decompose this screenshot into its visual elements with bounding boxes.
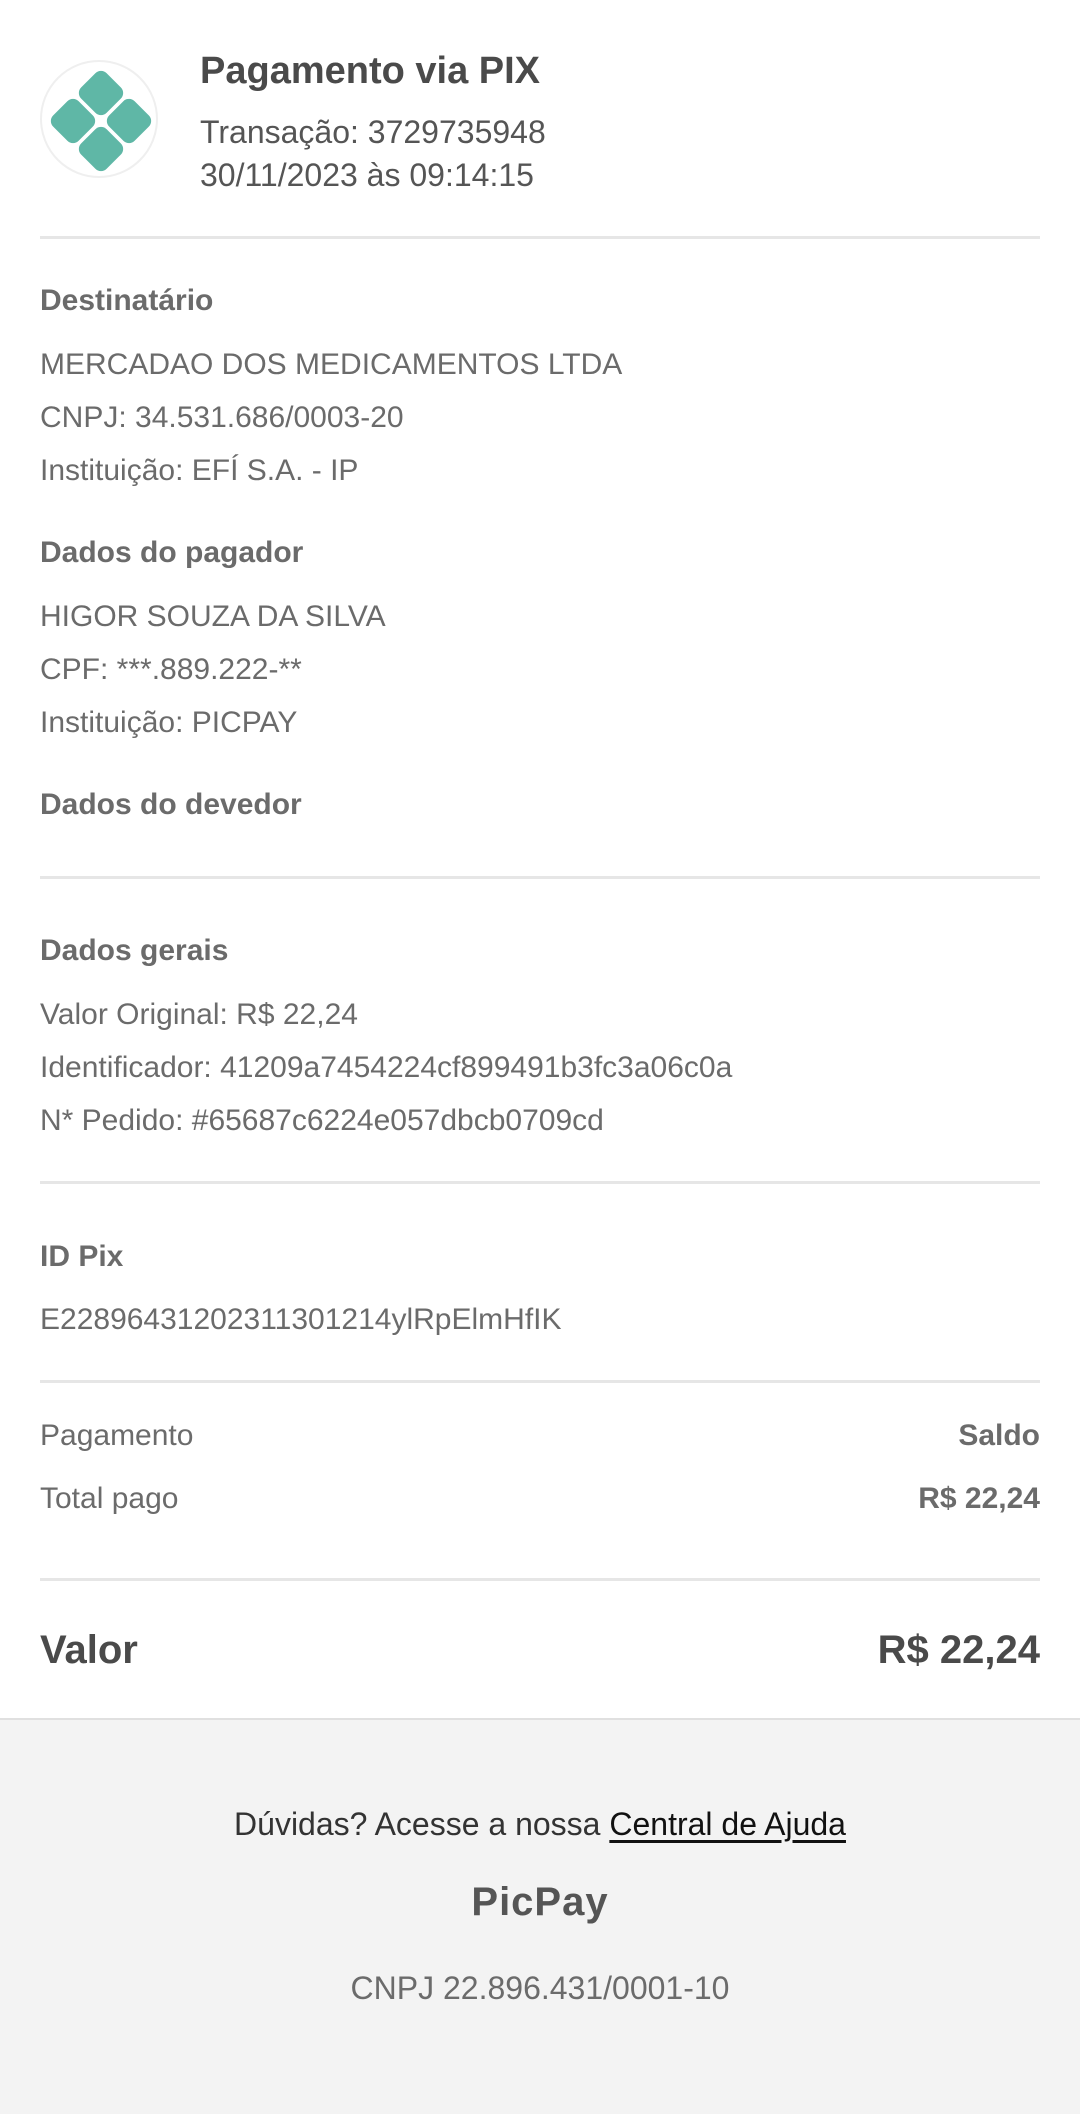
picpay-logo: PicPay — [471, 1880, 609, 1924]
payment-method-value: Saldo — [958, 1419, 1040, 1452]
receipt-header: Pagamento via PIX Transação: 3729735948 … — [0, 0, 1080, 238]
divider — [40, 1380, 1040, 1383]
help-prompt: Dúvidas? Acesse a nossa — [234, 1806, 601, 1842]
identifier: Identificador: 41209a7454224cf899491b3fc… — [40, 1051, 733, 1084]
page-title: Pagamento via PIX — [200, 50, 541, 92]
footer: Dúvidas? Acesse a nossa Central de Ajuda… — [0, 1718, 1080, 2114]
payment-method-label: Pagamento — [40, 1419, 194, 1452]
divider — [40, 876, 1040, 879]
help-center-link[interactable]: Central de Ajuda — [609, 1806, 846, 1842]
divider — [40, 236, 1040, 239]
recipient-institution: Instituição: EFÍ S.A. - IP — [40, 454, 359, 487]
payer-name: HIGOR SOUZA DA SILVA — [40, 600, 386, 633]
pix-id-title: ID Pix — [40, 1240, 124, 1273]
recipient-name: MERCADAO DOS MEDICAMENTOS LTDA — [40, 348, 623, 381]
payer-cpf: CPF: ***.889.222-** — [40, 653, 302, 686]
order-number: N* Pedido: #65687c6224e057dbcb0709cd — [40, 1104, 604, 1137]
help-text: Dúvidas? Acesse a nossa Central de Ajuda — [0, 1806, 1080, 1843]
amount-label: Valor — [40, 1628, 138, 1672]
original-value: Valor Original: R$ 22,24 — [40, 998, 358, 1031]
pix-logo-icon — [40, 60, 158, 178]
payer-institution: Instituição: PICPAY — [40, 706, 298, 739]
recipient-title: Destinatário — [40, 284, 214, 317]
general-title: Dados gerais — [40, 934, 229, 967]
receipt: Pagamento via PIX Transação: 3729735948 … — [0, 0, 1080, 1718]
divider — [40, 1181, 1040, 1184]
company-cnpj: CNPJ 22.896.431/0001-10 — [350, 1970, 730, 2006]
transaction-id: Transação: 3729735948 — [200, 114, 546, 150]
amount-value: R$ 22,24 — [877, 1628, 1040, 1672]
payer-title: Dados do pagador — [40, 536, 304, 569]
total-paid-label: Total pago — [40, 1482, 179, 1515]
recipient-cnpj: CNPJ: 34.531.686/0003-20 — [40, 401, 404, 434]
debtor-title: Dados do devedor — [40, 788, 302, 821]
divider — [40, 1578, 1040, 1581]
total-paid-value: R$ 22,24 — [918, 1482, 1040, 1515]
transaction-datetime: 30/11/2023 às 09:14:15 — [200, 157, 534, 193]
pix-id-value: E22896431202311301214ylRpElmHfIK — [40, 1303, 562, 1336]
